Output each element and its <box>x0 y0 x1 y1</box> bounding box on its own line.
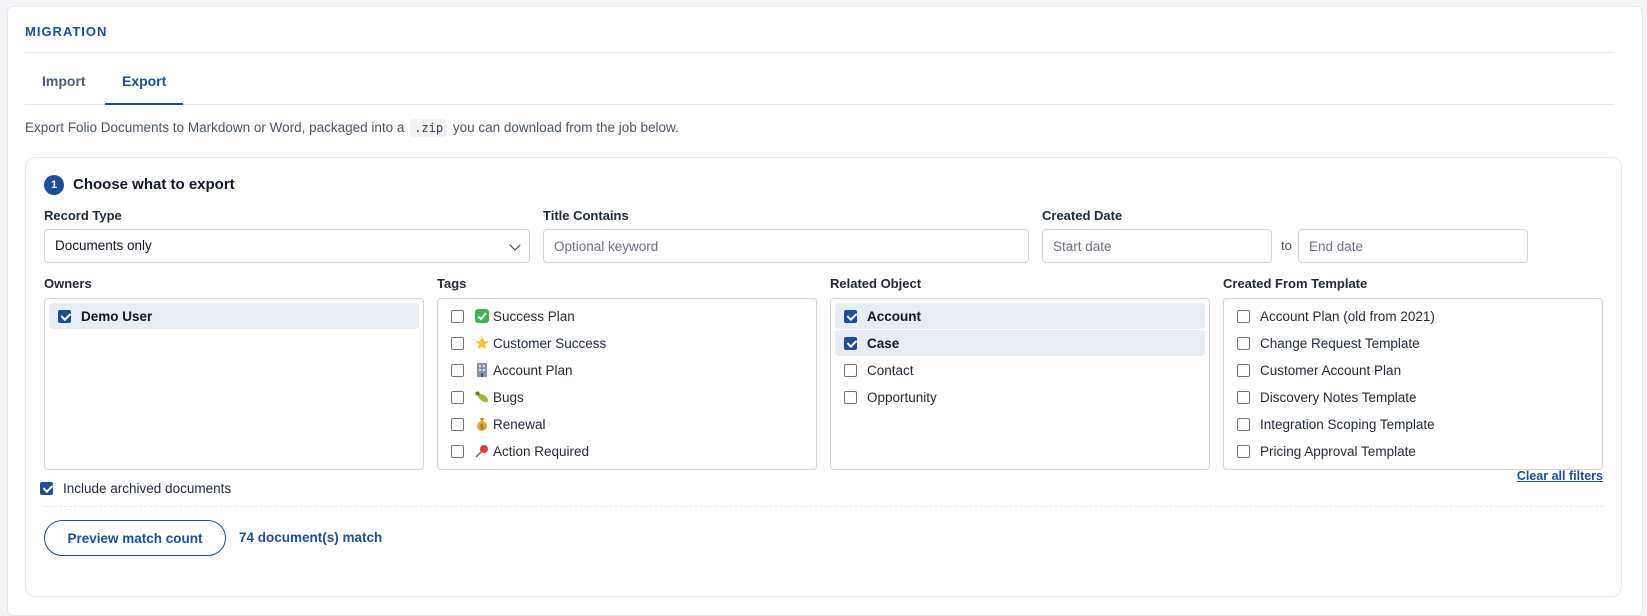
option-label: Success Plan <box>493 308 575 324</box>
description-text-end: you can download from the job below. <box>452 120 679 135</box>
migration-panel: MIGRATION Import Export Export Folio Doc… <box>7 6 1643 616</box>
option-label: Customer Success <box>493 335 607 351</box>
section-title: MIGRATION <box>25 24 108 39</box>
checkbox[interactable] <box>40 481 53 495</box>
option-label: Account Plan <box>493 362 573 378</box>
chevron-down-icon <box>509 239 521 251</box>
bug-icon <box>475 391 489 403</box>
option-label: Opportunity <box>867 389 937 405</box>
option-label: Bugs <box>493 389 524 405</box>
related-object-list: Account Case Contact Opportunity <box>830 298 1210 470</box>
export-description: Export Folio Documents to Markdown or Wo… <box>25 119 679 137</box>
checkbox[interactable] <box>451 390 464 404</box>
checkbox[interactable] <box>844 390 857 404</box>
option-label: Integration Scoping Template <box>1260 416 1435 432</box>
checkbox[interactable] <box>451 444 464 458</box>
checkbox[interactable] <box>451 417 464 431</box>
tag-option[interactable]: $ Renewal <box>442 411 812 437</box>
checkbox[interactable] <box>1237 444 1250 458</box>
owner-option[interactable]: Demo User <box>49 303 419 329</box>
tag-option[interactable]: Customer Success <box>442 330 812 356</box>
owners-label: Owners <box>44 276 92 291</box>
checkbox[interactable] <box>1237 390 1250 404</box>
start-date-input[interactable] <box>1042 229 1272 263</box>
divider <box>44 506 1603 507</box>
checkbox[interactable] <box>58 309 71 323</box>
check-mark-icon <box>475 309 489 323</box>
checkbox[interactable] <box>1237 309 1250 323</box>
option-label: Customer Account Plan <box>1260 362 1402 378</box>
money-bag-icon: $ <box>477 418 487 431</box>
option-label: Contact <box>867 362 914 378</box>
option-label: Renewal <box>493 416 546 432</box>
record-type-select[interactable]: Documents only <box>44 229 530 263</box>
title-contains-label: Title Contains <box>543 208 629 223</box>
description-text: Export Folio Documents to Markdown or Wo… <box>25 120 405 135</box>
checkbox[interactable] <box>844 309 857 323</box>
step-title: Choose what to export <box>73 176 235 193</box>
tab-export[interactable]: Export <box>105 63 184 105</box>
template-option[interactable]: Account Plan (old from 2021) <box>1228 303 1598 329</box>
template-option[interactable]: Pricing Approval Template <box>1228 438 1598 464</box>
title-keyword-input[interactable] <box>543 229 1029 263</box>
tag-option[interactable]: Success Plan <box>442 303 812 329</box>
checkbox[interactable] <box>1237 336 1250 350</box>
zip-code-snippet: .zip <box>410 119 448 137</box>
tags-list: Success Plan Customer Success Account Pl… <box>437 298 817 470</box>
office-building-icon <box>477 363 487 377</box>
end-date-input[interactable] <box>1298 229 1528 263</box>
star-icon <box>475 336 489 350</box>
option-label: Discovery Notes Template <box>1260 389 1417 405</box>
checkbox[interactable] <box>844 363 857 377</box>
checkbox[interactable] <box>844 336 857 350</box>
preview-match-count-button[interactable]: Preview match count <box>44 520 226 556</box>
option-label: Pricing Approval Template <box>1260 443 1416 459</box>
related-object-option[interactable]: Opportunity <box>835 384 1205 410</box>
option-label: Action Required <box>493 443 590 459</box>
created-date-label: Created Date <box>1042 208 1123 223</box>
checkbox[interactable] <box>451 309 464 323</box>
checkbox[interactable] <box>1237 417 1250 431</box>
record-type-value: Documents only <box>55 238 152 253</box>
pushpin-icon <box>475 445 488 458</box>
clear-all-filters-link[interactable]: Clear all filters <box>1517 469 1603 483</box>
related-object-option[interactable]: Account <box>835 303 1205 329</box>
related-object-option[interactable]: Contact <box>835 357 1205 383</box>
template-list: Account Plan (old from 2021) Change Requ… <box>1223 298 1603 470</box>
checkbox[interactable] <box>1237 363 1250 377</box>
related-object-option[interactable]: Case <box>835 330 1205 356</box>
tags-label: Tags <box>437 276 467 291</box>
step-number-badge: 1 <box>44 175 64 195</box>
option-label: Account <box>867 308 921 324</box>
include-archived-label: Include archived documents <box>63 480 232 496</box>
divider <box>25 52 1614 53</box>
export-filter-card: 1 Choose what to export Record Type Docu… <box>25 157 1622 597</box>
tag-option[interactable]: Action Required <box>442 438 812 464</box>
match-count-text: 74 document(s) match <box>239 530 383 545</box>
template-label: Created From Template <box>1223 276 1368 291</box>
checkbox[interactable] <box>451 336 464 350</box>
record-type-label: Record Type <box>44 208 122 223</box>
template-option[interactable]: Change Request Template <box>1228 330 1598 356</box>
tag-option[interactable]: Account Plan <box>442 357 812 383</box>
template-option[interactable]: Discovery Notes Template <box>1228 384 1598 410</box>
template-option[interactable]: Customer Account Plan <box>1228 357 1598 383</box>
option-label: Account Plan (old from 2021) <box>1260 308 1435 324</box>
option-label: Case <box>867 335 900 351</box>
svg-text:$: $ <box>480 423 484 431</box>
option-label: Demo User <box>81 308 153 324</box>
checkbox[interactable] <box>451 363 464 377</box>
include-archived-toggle[interactable]: Include archived documents <box>40 475 231 501</box>
related-object-label: Related Object <box>830 276 922 291</box>
tab-bar: Import Export <box>25 63 1614 105</box>
option-label: Change Request Template <box>1260 335 1420 351</box>
date-range-separator: to <box>1281 238 1292 253</box>
owners-list: Demo User <box>44 298 424 470</box>
template-option[interactable]: Integration Scoping Template <box>1228 411 1598 437</box>
tag-option[interactable]: Bugs <box>442 384 812 410</box>
tab-import[interactable]: Import <box>25 63 103 105</box>
